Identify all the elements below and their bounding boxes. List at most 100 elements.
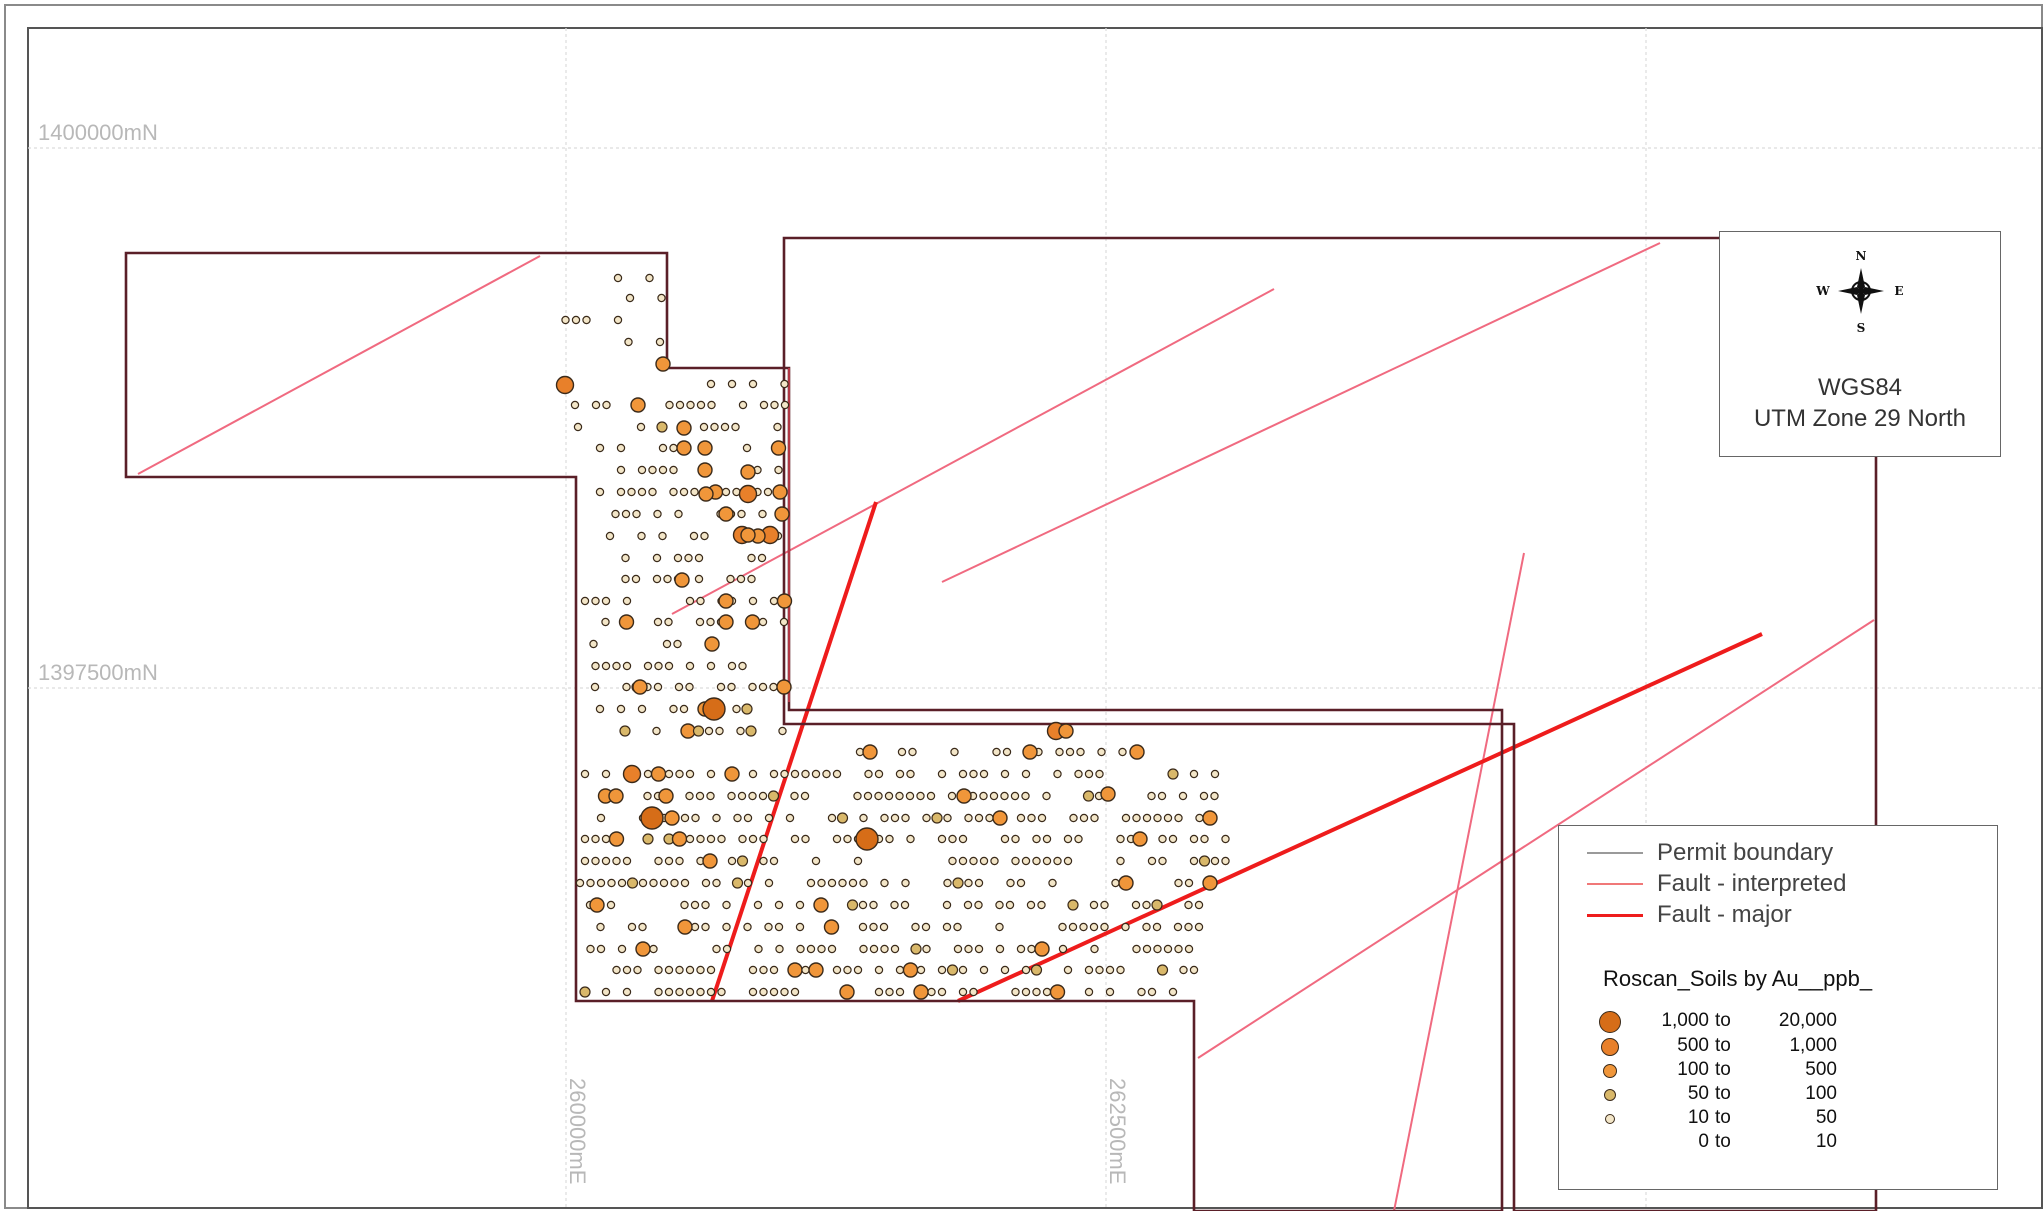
soil-sample [605,531,615,541]
soil-sample [648,465,657,475]
soil-sample [774,506,790,522]
soil-sample [1084,769,1094,779]
soil-sample [653,509,662,519]
soil-sample [601,834,611,844]
soil-sample [665,400,674,410]
soil-sample [874,987,884,997]
soil-sample [1142,922,1151,932]
soil-sample [759,987,768,997]
soil-sample [769,682,778,692]
soil-sample [664,965,674,975]
soil-sample [796,944,805,954]
soil-sample [622,682,631,692]
soil-sample [806,944,816,954]
soil-sample [664,810,680,826]
soil-sample [737,791,747,801]
soil-sample [823,919,840,935]
fault-interpreted-swatch [1587,883,1643,885]
soil-sample [969,769,978,779]
soil-sample [874,965,884,975]
soil-sample [869,922,878,932]
soil-sample [859,813,868,823]
soil-sample [718,506,734,522]
soil-sample [701,900,710,910]
soil-sample [859,944,868,954]
soil-sample [747,574,756,584]
soil-sample [741,703,753,715]
soil-sample [948,834,957,844]
soil-sample [753,900,763,910]
soil-sample [743,922,752,932]
soil-sample [699,422,709,432]
soil-sample [769,965,779,975]
soil-sample [773,422,782,432]
soil-sample [832,965,842,975]
soil-sample [638,878,648,888]
soil-sample [1079,922,1088,932]
soil-sample [736,726,745,736]
soil-sample [748,682,757,692]
soil-sample [1063,834,1073,844]
soil-sample [685,682,694,692]
soil-sample [843,834,852,844]
soil-sample [724,766,740,782]
soil-sample [676,420,692,436]
soil-sample [617,944,627,954]
class-low: 0 [1698,1131,1709,1152]
soil-sample [1063,856,1073,866]
soil-sample [731,877,744,889]
soil-sample [748,987,758,997]
soil-sample [736,574,746,584]
soil-sample [670,878,679,888]
soil-sample [937,769,947,779]
soil-sample [906,834,915,844]
soil-sample [1000,965,1010,975]
soil-sample [580,596,590,606]
soil-sample [580,769,590,779]
soil-sample [863,791,873,801]
soil-sample [1118,747,1127,757]
soil-sample [658,531,667,541]
soil-sample [737,509,746,519]
soil-sample [694,553,704,563]
soil-sample [673,553,683,563]
class-symbol-500-1000 [1601,1038,1619,1056]
soil-sample [679,704,689,714]
compass-rose-icon: N S W E [1816,249,1904,335]
soil-sample [631,574,641,584]
soil-sample [795,900,805,910]
soil-sample [1116,856,1125,866]
soil-sample [759,400,769,410]
soil-sample [906,769,915,779]
soil-sample [748,965,758,975]
soil-sample [638,922,647,932]
soil-sample [1184,944,1194,954]
soil-sample [717,834,726,844]
soil-sample [1221,834,1230,844]
soil-sample [969,987,978,997]
soil-sample [774,465,783,475]
class-high: 10 [1815,1131,1837,1152]
soil-sample [1131,900,1141,910]
soil-sample [701,878,711,888]
soil-sample [827,878,837,888]
soil-sample [721,487,731,497]
class-high: 500 [1805,1059,1837,1080]
soil-sample [995,944,1005,954]
soil-sample [643,791,652,801]
soil-sample [974,813,984,823]
soil-sample [627,922,637,932]
soil-sample [698,486,714,502]
datum-label: WGS84 [1817,374,1903,401]
soil-sample [1000,834,1010,844]
soil-sample [1194,900,1204,910]
soil-sample [964,944,973,954]
soil-sample [1100,922,1109,932]
soil-sample [1132,813,1141,823]
soil-sample [916,791,925,801]
soil-sample [776,679,792,695]
soil-sample [880,878,889,888]
soil-sample [858,900,868,910]
soil-sample [650,766,667,782]
soil-sample [880,944,889,954]
